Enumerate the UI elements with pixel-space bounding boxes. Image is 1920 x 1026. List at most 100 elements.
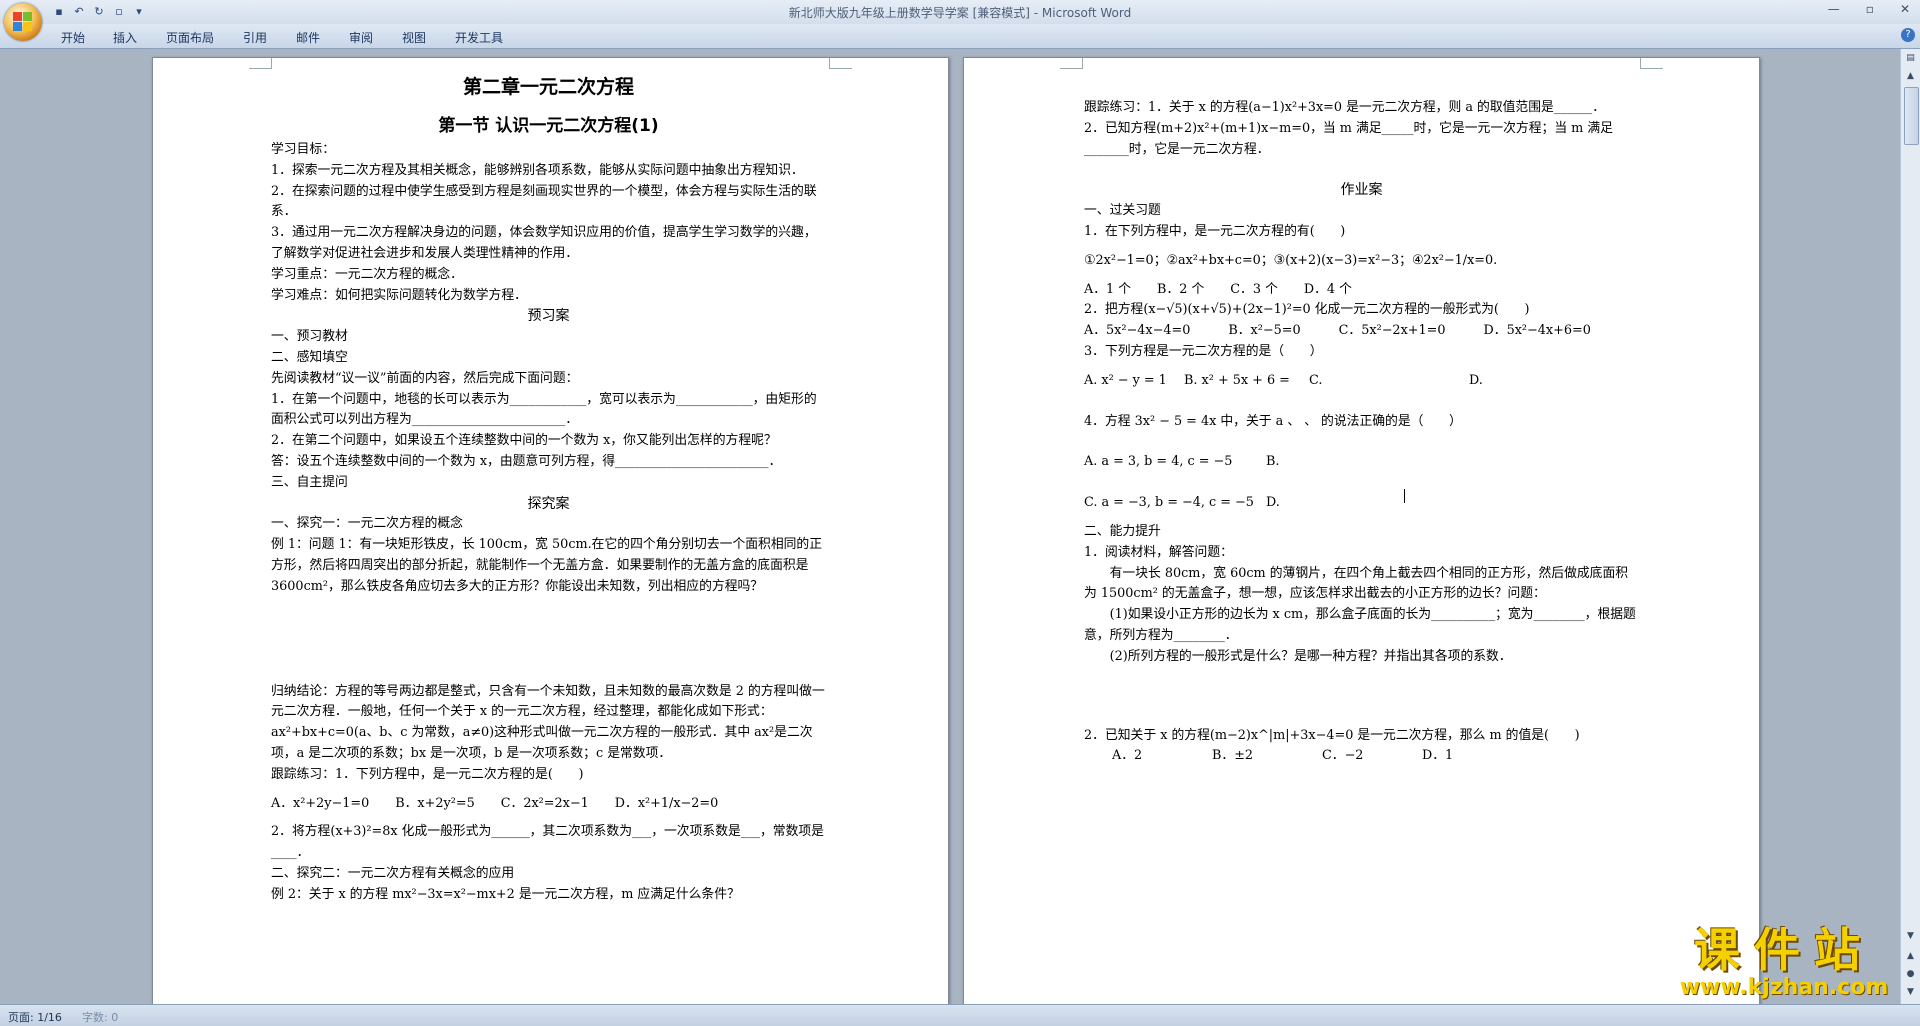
text-line: 1．在下列方程中，是一元二次方程的有( ) <box>1084 223 1346 239</box>
option: A. a = 3, b = 4, c = −5 <box>1084 454 1233 470</box>
office-logo-icon <box>13 12 33 32</box>
text-line: 2．在第二个问题中，如果设五个连续整数中间的一个数为 x，你又能列出怎样的方程呢… <box>271 433 777 449</box>
office-button[interactable] <box>4 3 42 41</box>
option: D. <box>1469 372 1483 388</box>
tab-references[interactable]: 引用 <box>243 29 267 46</box>
answer-space <box>1084 668 1639 726</box>
page-count[interactable]: 页面: 1/16 <box>8 1009 62 1025</box>
margin-mark <box>829 58 852 69</box>
text-line: 2．已知关于 x 的方程(m−2)x^|m|+3x−4=0 是一元二次方程，那么… <box>1084 727 1580 743</box>
option: D．x²+1/x−2=0 <box>614 795 719 811</box>
text-line: 2．将方程(x+3)²=8x 化成一般形式为______，其二次项系数为___，… <box>271 824 824 861</box>
text-line: 例 1：问题 1：有一块矩形铁皮，长 100cm，宽 50cm.在它的四个角分别… <box>271 537 823 594</box>
option: C. a = −3, b = −4, c = −5 <box>1084 495 1254 511</box>
section-heading: 作业案 <box>1340 182 1383 199</box>
option: B．2 个 <box>1157 281 1205 297</box>
option: A．1 个 <box>1084 281 1132 297</box>
option: B. x² + 5x + 6 = <box>1184 372 1290 388</box>
help-icon[interactable]: ? <box>1901 28 1915 42</box>
previous-page-icon[interactable]: ▲ <box>1903 949 1918 964</box>
section-heading: 预习案 <box>527 308 570 325</box>
ruler-toggle-icon[interactable]: ▤ <box>1903 51 1918 66</box>
maximize-icon[interactable]: ▫ <box>1866 2 1874 16</box>
option: B. <box>1266 454 1280 470</box>
text-line: 例 2：关于 x 的方程 mx²−3x=x²−mx+2 是一元二次方程，m 应满… <box>271 886 740 902</box>
watermark-url: www.kjzhan.com <box>1679 975 1889 1000</box>
tab-insert[interactable]: 插入 <box>113 29 137 46</box>
text-line: 二、感知填空 <box>271 349 348 365</box>
watermark-logo: 课件站 www.kjzhan.com <box>1668 925 1900 1003</box>
text-line: 答：设五个连续整数中间的一个数为 x，由题意可列方程，得____________… <box>271 453 782 469</box>
next-page-icon[interactable]: ▼ <box>1903 985 1918 1000</box>
text-line: 1．探索一元二次方程及其相关概念，能够辨别各项系数，能够从实际问题中抽象出方程知… <box>271 162 804 178</box>
option: D．1 <box>1422 748 1454 764</box>
answer-options: C. a = −3, b = −4, c = −5 D. <box>1084 493 1639 514</box>
text-line: 3．通过用一元二次方程解决身边的问题，体会数学知识应用的价值，提高学生学习数学的… <box>271 225 817 261</box>
option: A．5x²−4x−4=0 <box>1084 323 1191 339</box>
tab-home[interactable]: 开始 <box>61 29 85 46</box>
text-line: 归纳结论：方程的等号两边都是整式，只含有一个未知数，且未知数的最高次数是 2 的… <box>271 683 825 761</box>
option: B．±2 <box>1212 748 1254 764</box>
page-1-content: 第二章一元二次方程 第一节 认识一元二次方程(1) 学习目标： 1．探索一元二次… <box>271 72 826 906</box>
text-line: 二、能力提升 <box>1084 523 1161 539</box>
answer-options: A．5x²−4x−4=0 B．x²−5=0 C．5x²−2x+1=0 D．5x²… <box>1084 321 1639 342</box>
word-count[interactable]: 字数: 0 <box>82 1009 118 1025</box>
text-line: 4．方程 3x² − 5 = 4x 中，关于 a 、 、 的说法正确的是（ ） <box>1084 413 1462 429</box>
answer-options: A. a = 3, b = 4, c = −5 B. <box>1084 452 1639 473</box>
tab-view[interactable]: 视图 <box>402 29 426 46</box>
text-line: 学习重点：一元二次方程的概念． <box>271 266 463 282</box>
status-bar: 页面: 1/16 字数: 0 <box>0 1004 1920 1026</box>
window-controls: — ▫ ✕ <box>1828 2 1910 16</box>
scroll-down-icon[interactable]: ▼ <box>1903 929 1918 944</box>
text-line: 2．把方程(x−√5)(x+√5)+(2x−1)²=0 化成一元二次方程的一般形… <box>1084 302 1530 318</box>
text-line: 跟踪练习：1．下列方程中，是一元二次方程的是( ) <box>271 766 584 782</box>
close-icon[interactable]: ✕ <box>1900 2 1910 16</box>
text-line: (2)所列方程的一般形式是什么？是哪一种方程？并指出其各项的系数． <box>1084 648 1512 664</box>
minimize-icon[interactable]: — <box>1828 2 1840 16</box>
tab-mailings[interactable]: 邮件 <box>296 29 320 46</box>
option: C．−2 <box>1322 748 1364 764</box>
scrollbar-thumb[interactable] <box>1904 87 1919 145</box>
option: B．x²−5=0 <box>1228 323 1301 339</box>
page-2-content: 跟踪练习：1．关于 x 的方程(a−1)x²+3x=0 是一元二次方程，则 a … <box>1084 98 1639 767</box>
text-line: 先阅读教材“议一议”前面的内容，然后完成下面问题： <box>271 370 579 386</box>
option: D．5x²−4x+6=0 <box>1483 323 1591 339</box>
option: C. <box>1309 372 1323 388</box>
tab-page-layout[interactable]: 页面布局 <box>166 29 214 46</box>
document-page-2[interactable]: 跟踪练习：1．关于 x 的方程(a−1)x²+3x=0 是一元二次方程，则 a … <box>963 57 1760 1004</box>
text-line: 3．下列方程是一元二次方程的是（ ） <box>1084 343 1323 359</box>
text-line: 2．在探索问题的过程中使学生感受到方程是刻画现实世界的一个模型，体会方程与实际生… <box>271 183 817 220</box>
answer-options: A．2 B．±2 C．−2 D．1 <box>1084 746 1639 767</box>
document-workspace: 第二章一元二次方程 第一节 认识一元二次方程(1) 学习目标： 1．探索一元二次… <box>0 49 1900 1004</box>
scroll-up-icon[interactable]: ▲ <box>1903 69 1918 84</box>
ribbon-tabs: 开始 插入 页面布局 引用 邮件 审阅 视图 开发工具 ? <box>0 24 1920 49</box>
document-page-1[interactable]: 第二章一元二次方程 第一节 认识一元二次方程(1) 学习目标： 1．探索一元二次… <box>152 57 949 1004</box>
text-line: ①2x²−1=0；②ax²+bx+c=0；③(x+2)(x−3)=x²−3；④2… <box>1084 252 1498 268</box>
title-bar: ▪ ↶ ↻ ▫ ▾ 新北师大版九年级上册数学导学案 [兼容模式] - Micro… <box>0 0 1920 24</box>
option: A. x² − y = 1 <box>1084 372 1167 388</box>
select-browse-object-icon[interactable]: ● <box>1903 967 1918 982</box>
text-line: (1)如果设小正方形的边长为 x cm，那么盒子底面的长为__________；… <box>1084 607 1636 643</box>
tab-developer[interactable]: 开发工具 <box>455 29 503 46</box>
text-cursor <box>1404 489 1405 503</box>
text-line: 一、探究一：一元二次方程的概念 <box>271 516 463 532</box>
text-line: 学习目标： <box>271 142 335 157</box>
text-line: 学习难点：如何把实际问题转化为数学方程． <box>271 287 527 303</box>
text-line: 跟踪练习：1．关于 x 的方程(a−1)x²+3x=0 是一元二次方程，则 a … <box>1084 100 1606 115</box>
option: D．4 个 <box>1303 281 1352 297</box>
text-line: 三、自主提问 <box>271 474 348 490</box>
option: C．5x²−2x+1=0 <box>1338 323 1446 339</box>
tab-review[interactable]: 审阅 <box>349 29 373 46</box>
margin-mark <box>1640 58 1663 69</box>
watermark-text: 课件站 <box>1694 923 1874 977</box>
option: A．x²+2y−1=0 <box>271 795 370 811</box>
answer-options: A．x²+2y−1=0 B．x+2y²=5 C．2x²=2x−1 D．x²+1/… <box>271 794 826 815</box>
chapter-title: 第二章一元二次方程 <box>462 76 634 98</box>
text-line: 一、预习教材 <box>271 329 348 345</box>
vertical-scrollbar[interactable]: ▤ ▲ ▼ ▲ ● ▼ <box>1900 49 1920 1004</box>
text-line: 1．阅读材料，解答问题： <box>1084 544 1233 560</box>
answer-options: A. x² − y = 1 B. x² + 5x + 6 = C. D. <box>1084 371 1639 392</box>
option: A．2 <box>1112 748 1143 764</box>
margin-mark <box>1060 58 1083 69</box>
margin-mark <box>249 58 272 69</box>
